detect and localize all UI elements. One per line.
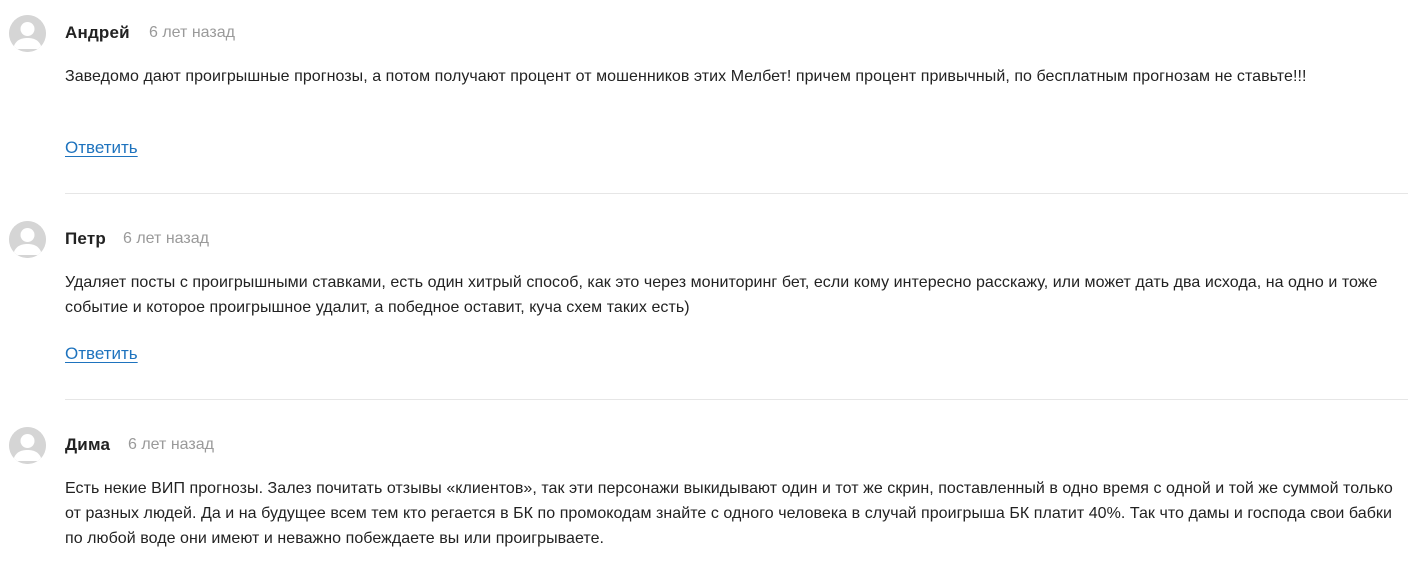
- reply-link[interactable]: Ответить: [65, 138, 138, 158]
- comment-date: 6 лет назад: [128, 436, 214, 453]
- comment-text: Есть некие ВИП прогнозы. Залез почитать …: [65, 480, 1393, 547]
- comment-date: 6 лет назад: [149, 24, 235, 41]
- comment-author: Андрей: [65, 23, 130, 42]
- reply-link[interactable]: Ответить: [65, 344, 138, 364]
- comment-author: Дима: [65, 435, 111, 454]
- comment-author: Петр: [65, 229, 106, 248]
- comment-divider: [65, 399, 1408, 400]
- comment-text: Удаляет посты с проигрышными ставками, е…: [65, 274, 1378, 316]
- comment-divider: [65, 193, 1408, 194]
- avatar-icon: [9, 221, 46, 258]
- avatar-icon: [9, 15, 46, 52]
- comment-date: 6 лет назад: [123, 230, 209, 247]
- comment-text: Заведомо дают проигрышные прогнозы, а по…: [65, 68, 1307, 85]
- avatar-icon: [9, 427, 46, 464]
